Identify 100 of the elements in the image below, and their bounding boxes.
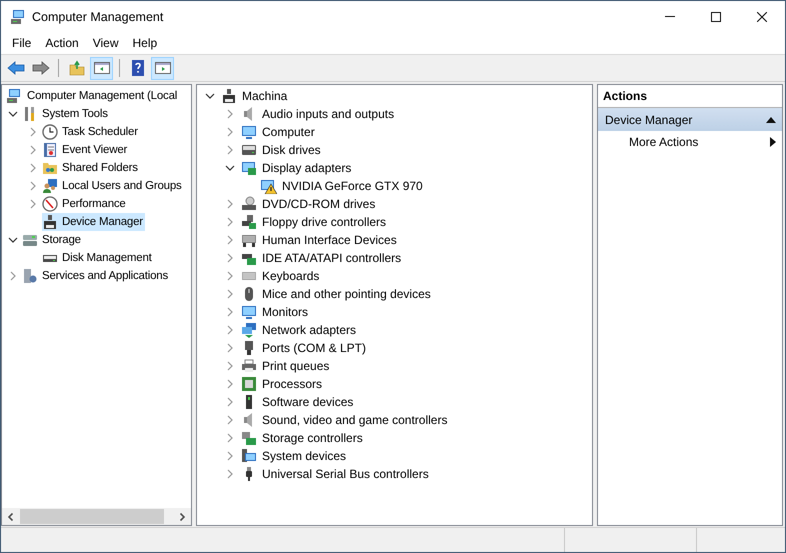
horizontal-scrollbar[interactable] [2,508,191,525]
tree-item[interactable]: Machina [221,87,290,105]
tree-label: Computer Management (Local [27,90,178,102]
expander-icon[interactable] [8,235,18,245]
tree-item[interactable]: Ports (COM & LPT) [241,339,368,357]
storage-icon [22,232,38,248]
tree-label: Disk Management [62,252,152,264]
shared-folder-icon [42,160,58,176]
tree-item[interactable]: Software devices [241,393,356,411]
menu-item[interactable]: File [5,36,38,50]
tree-item[interactable]: DVD/CD-ROM drives [241,195,378,213]
expander-icon[interactable] [225,163,235,173]
tree-item[interactable]: NVIDIA GeForce GTX 970 [261,177,425,195]
maximize-icon [711,12,721,22]
tree-item[interactable]: Processors [241,375,324,393]
tree-label: Mice and other pointing devices [262,287,431,301]
tree-item[interactable]: Storage controllers [241,429,365,447]
tree-label: Software devices [262,395,354,409]
tree-item[interactable]: Print queues [241,357,332,375]
computer-management-icon [10,8,26,24]
tree-label: Ports (COM & LPT) [262,341,366,355]
close-icon [757,12,767,22]
tree-item[interactable]: IDE ATA/ATAPI controllers [241,249,404,267]
device-icon [42,214,58,230]
tree-item[interactable]: Keyboards [241,267,322,285]
tree-item[interactable]: Sound, video and game controllers [241,411,450,429]
tree-label: Keyboards [262,269,320,283]
tree-label: Floppy drive controllers [262,215,386,229]
tree-item[interactable]: Local Users and Groups [42,177,184,195]
tree-item[interactable]: Computer [241,123,317,141]
printer-icon [241,358,257,374]
tree-item[interactable]: Services and Applications [22,267,170,285]
expander-icon[interactable] [8,109,18,119]
tree-label: Task Scheduler [62,126,138,138]
tree-label: Storage controllers [262,431,363,445]
menu-item[interactable]: Help [126,36,164,50]
console-tree-button[interactable] [90,56,113,80]
action-pane-button[interactable] [151,56,174,80]
tree-label: Human Interface Devices [262,233,397,247]
tree-item[interactable]: Computer Management (Local [2,87,191,105]
expander-icon[interactable] [205,91,215,101]
system-icon [241,448,257,464]
monitor-icon [241,124,257,140]
action-pane-icon [154,59,172,77]
gauge-icon [42,196,58,212]
tree-item[interactable]: Universal Serial Bus controllers [241,465,431,483]
tree-label: Shared Folders [62,162,138,174]
tree-item[interactable]: System devices [241,447,348,465]
window-title: Computer Management [32,10,164,24]
back-arrow-icon [6,59,24,77]
tree-label: Sound, video and game controllers [262,413,448,427]
scroll-right-icon[interactable] [177,512,187,522]
tree-item[interactable]: Monitors [241,303,310,321]
scroll-left-icon[interactable] [6,512,16,522]
tree-label: Storage [42,234,81,246]
tree-item[interactable]: Device Manager [42,213,145,231]
clock-icon [42,124,58,140]
tree-label: Display adapters [262,161,352,175]
tree-label: Processors [262,377,322,391]
tree-item[interactable]: Mice and other pointing devices [241,285,433,303]
drive-icon [241,142,257,158]
display-card-icon [241,160,257,176]
tree-item[interactable]: System Tools [22,105,110,123]
tree-item[interactable]: Floppy drive controllers [241,213,388,231]
tree-label: IDE ATA/ATAPI controllers [262,251,402,265]
device-icon [221,88,237,104]
tree-item[interactable]: Human Interface Devices [241,231,399,249]
computer-icon [6,88,22,104]
disc-drive-icon [241,196,257,212]
tree-label: Event Viewer [62,144,128,156]
tree-label: Machina [242,89,288,103]
tree-item[interactable]: Task Scheduler [42,123,140,141]
action-section-header[interactable]: Device Manager [598,108,782,131]
tree-item[interactable]: Network adapters [241,321,358,339]
tree-item[interactable]: Audio inputs and outputs [241,105,396,123]
tree-item[interactable]: Performance [42,195,128,213]
tree-item[interactable]: Display adapters [241,159,354,177]
menu-item[interactable]: Action [38,36,86,50]
tree-item[interactable]: Disk drives [241,141,323,159]
network-icon [241,322,257,338]
tree-item[interactable]: Storage [22,231,83,249]
console-tree-icon [92,59,110,77]
users-icon [42,178,58,194]
folder-up-icon [68,59,86,77]
tree-item[interactable]: Disk Management [42,249,154,267]
tree-label: Computer [262,125,315,139]
tree-item[interactable]: Event Viewer [42,141,130,159]
storage-controller-icon [241,430,257,446]
tree-label: Performance [62,198,126,210]
tree-label: Audio inputs and outputs [262,107,394,121]
action-item[interactable]: More Actions [598,131,782,153]
collapse-icon[interactable] [766,116,776,124]
log-book-icon [42,142,58,158]
scroll-thumb[interactable] [20,509,164,524]
section-title: Device Manager [605,112,692,126]
menu-item[interactable]: View [86,36,126,50]
tree-label: DVD/CD-ROM drives [262,197,376,211]
tree-label: Disk drives [262,143,321,157]
tree-item[interactable]: Shared Folders [42,159,140,177]
processor-icon [241,376,257,392]
